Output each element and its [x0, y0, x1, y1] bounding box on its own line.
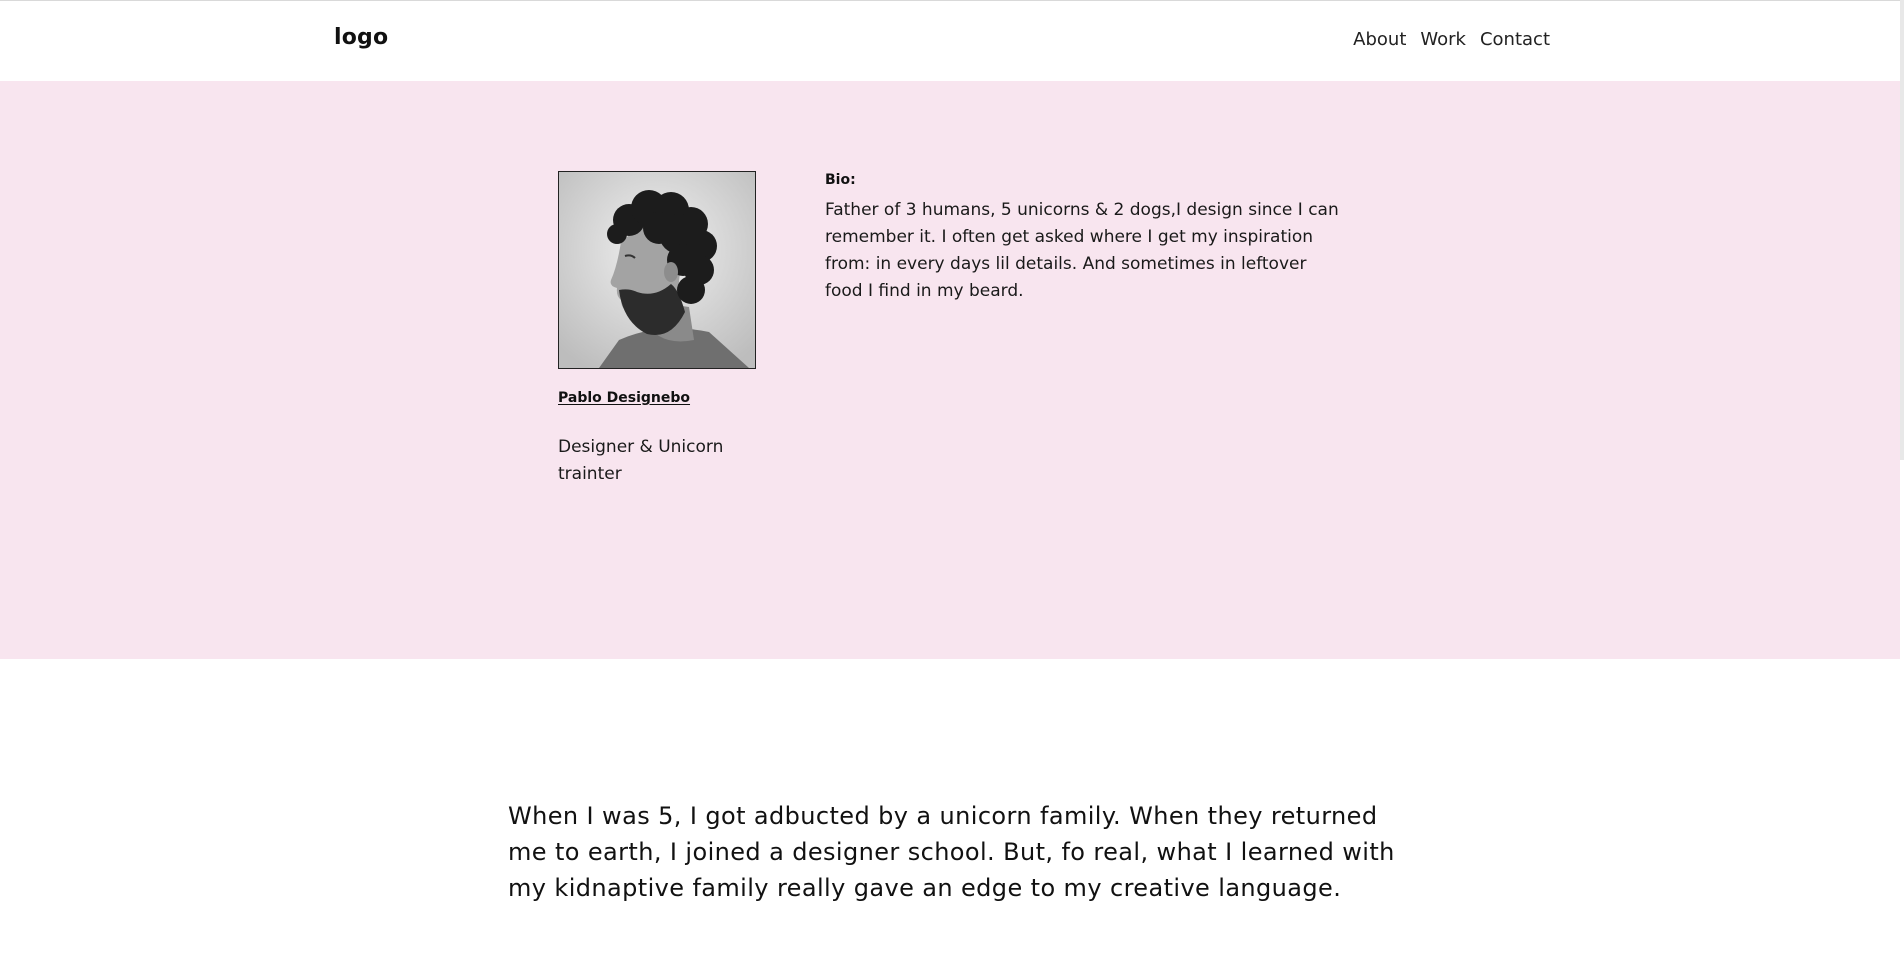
- profile-name-link[interactable]: Pablo Designebo: [558, 390, 690, 406]
- profile-hero: Pablo Designebo Designer & Unicorn train…: [0, 81, 1900, 659]
- profile-photo: [558, 171, 756, 369]
- nav-link-work[interactable]: Work: [1420, 29, 1466, 50]
- story-paragraph: When I was 5, I got adbucted by a unicor…: [508, 802, 1395, 902]
- page-scrollbar[interactable]: [1900, 0, 1904, 460]
- bio-label: Bio:: [825, 172, 856, 188]
- nav-link-about[interactable]: About: [1353, 29, 1406, 50]
- nav-link-contact[interactable]: Contact: [1480, 29, 1550, 50]
- main-nav: About Work Contact: [1353, 29, 1550, 50]
- portrait-image: [559, 172, 755, 368]
- bio-text: Father of 3 humans, 5 unicorns & 2 dogs,…: [825, 200, 1339, 301]
- profile-role: Designer & Unicorn trainter: [558, 437, 724, 484]
- site-logo[interactable]: logo: [334, 25, 388, 50]
- site-header: logo About Work Contact: [0, 1, 1900, 81]
